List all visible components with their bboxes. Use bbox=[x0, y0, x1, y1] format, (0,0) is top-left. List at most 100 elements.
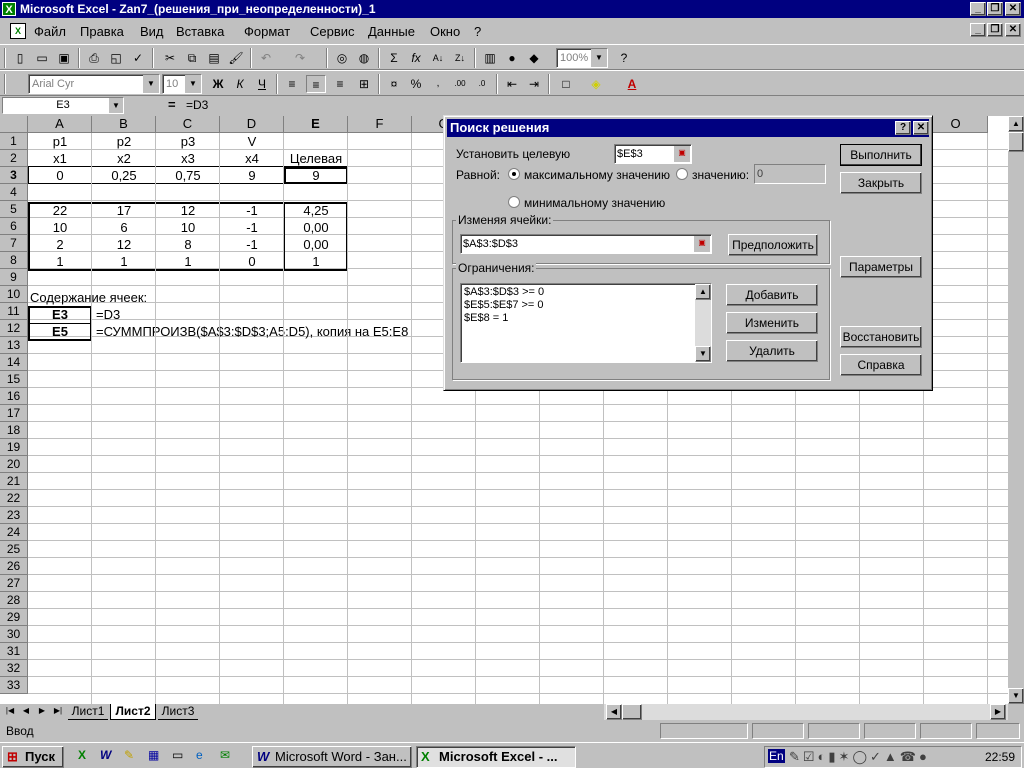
web-toolbar-icon[interactable]: ◍ bbox=[354, 49, 374, 67]
cell-d7[interactable]: -1 bbox=[220, 236, 284, 253]
cell-a2[interactable]: x1 bbox=[28, 150, 92, 167]
solve-button[interactable]: Выполнить bbox=[840, 144, 922, 166]
vertical-scrollbar[interactable]: ▲ ▼ bbox=[1008, 116, 1024, 704]
changing-input[interactable]: $A$3:$D$3 ▣ bbox=[460, 234, 712, 254]
autosum-icon[interactable]: Σ bbox=[384, 49, 404, 67]
task-excel[interactable]: X Microsoft Excel - ... bbox=[416, 746, 576, 768]
copy-icon[interactable]: ⧉ bbox=[182, 49, 202, 67]
cell-a7[interactable]: 2 bbox=[28, 236, 92, 253]
horizontal-scrollbar[interactable]: ◀ ▶ bbox=[604, 704, 1008, 720]
cell-b12[interactable]: =СУММПРОИЗВ($A$3:$D$3;A5:D5), копия на E… bbox=[96, 323, 408, 340]
menu-window[interactable]: Окно bbox=[430, 24, 460, 39]
formula-input[interactable]: =D3 bbox=[186, 98, 208, 112]
cell-c6[interactable]: 10 bbox=[156, 219, 220, 236]
row-header-10[interactable]: 10 bbox=[0, 286, 28, 303]
tab-list1[interactable]: Лист1 bbox=[68, 704, 108, 720]
align-right-icon[interactable]: ≡ bbox=[330, 75, 350, 93]
row-header-2[interactable]: 2 bbox=[0, 150, 28, 167]
cell-a3[interactable]: 0 bbox=[28, 167, 92, 184]
pen-quicklaunch-icon[interactable]: ✎ bbox=[124, 748, 134, 762]
cell-b5[interactable]: 17 bbox=[92, 202, 156, 219]
constraints-list[interactable]: $A$3:$D$3 >= 0 $E$5:$E$7 >= 0 $E$8 = 1 ▲… bbox=[460, 283, 712, 363]
row-header-33[interactable]: 33 bbox=[0, 677, 28, 694]
menu-file[interactable]: Файл bbox=[34, 24, 66, 39]
tray-icons[interactable]: ✎☑◐▮✶◯✓▲☎● bbox=[789, 749, 930, 765]
delete-button[interactable]: Удалить bbox=[726, 340, 818, 362]
radio-min[interactable] bbox=[508, 196, 520, 208]
cell-e5[interactable]: 4,25 bbox=[284, 202, 348, 219]
row-header-25[interactable]: 25 bbox=[0, 541, 28, 558]
doc-close-button[interactable]: ✕ bbox=[1005, 23, 1021, 37]
cell-e3[interactable]: 9 bbox=[284, 167, 348, 184]
row-header-12[interactable]: 12 bbox=[0, 320, 28, 337]
row-header-29[interactable]: 29 bbox=[0, 609, 28, 626]
drawing-icon[interactable]: ◆ bbox=[524, 49, 544, 67]
row-header-8[interactable]: 8 bbox=[0, 252, 28, 269]
cell-d3[interactable]: 9 bbox=[220, 167, 284, 184]
row-header-22[interactable]: 22 bbox=[0, 490, 28, 507]
col-header-f[interactable]: F bbox=[348, 116, 412, 133]
cell-d2[interactable]: x4 bbox=[220, 150, 284, 167]
scroll-up-icon[interactable]: ▲ bbox=[695, 284, 711, 300]
close-button[interactable]: ✕ bbox=[1005, 2, 1021, 16]
menu-view[interactable]: Вид bbox=[140, 24, 164, 39]
currency-icon[interactable]: ¤ bbox=[384, 75, 404, 93]
dialog-help-icon[interactable]: ? bbox=[895, 121, 911, 135]
menu-format[interactable]: Формат bbox=[244, 24, 290, 39]
cell-d5[interactable]: -1 bbox=[220, 202, 284, 219]
prev-sheet-icon[interactable]: ◀ bbox=[18, 704, 34, 720]
target-input[interactable]: $E$3 ▣ bbox=[614, 144, 692, 164]
minimize-button[interactable]: _ bbox=[970, 2, 986, 16]
office-assistant-icon[interactable]: ? bbox=[614, 49, 634, 67]
redo-icon[interactable]: ↷ bbox=[290, 49, 310, 67]
row-header-27[interactable]: 27 bbox=[0, 575, 28, 592]
options-button[interactable]: Параметры bbox=[840, 256, 922, 278]
cell-c5[interactable]: 12 bbox=[156, 202, 220, 219]
cell-d6[interactable]: -1 bbox=[220, 219, 284, 236]
scroll-up-icon[interactable]: ▲ bbox=[1008, 116, 1024, 132]
add-button[interactable]: Добавить bbox=[726, 284, 818, 306]
function-icon[interactable]: fx bbox=[406, 49, 426, 67]
scroll-thumb[interactable] bbox=[1008, 132, 1024, 152]
cell-d8[interactable]: 0 bbox=[220, 253, 284, 270]
row-header-18[interactable]: 18 bbox=[0, 422, 28, 439]
cell-a5[interactable]: 22 bbox=[28, 202, 92, 219]
sort-descending-icon[interactable]: Z↓ bbox=[450, 49, 470, 67]
radio-value[interactable] bbox=[676, 168, 688, 180]
print-preview-icon[interactable]: ◱ bbox=[106, 49, 126, 67]
chevron-down-icon[interactable]: ▼ bbox=[591, 49, 607, 67]
paste-icon[interactable]: ▤ bbox=[204, 49, 224, 67]
cell-c8[interactable]: 1 bbox=[156, 253, 220, 270]
radio-value-label[interactable]: значению: bbox=[692, 168, 749, 182]
row-header-31[interactable]: 31 bbox=[0, 643, 28, 660]
col-header-c[interactable]: C bbox=[156, 116, 220, 133]
cell-c1[interactable]: p3 bbox=[156, 133, 220, 150]
cell-b8[interactable]: 1 bbox=[92, 253, 156, 270]
cell-e7[interactable]: 0,00 bbox=[284, 236, 348, 253]
chevron-down-icon[interactable]: ▼ bbox=[185, 75, 201, 93]
row-header-11[interactable]: 11 bbox=[0, 303, 28, 320]
cell-c3[interactable]: 0,75 bbox=[156, 167, 220, 184]
row-header-23[interactable]: 23 bbox=[0, 507, 28, 524]
doc-restore-button[interactable]: ❐ bbox=[987, 23, 1003, 37]
lang-indicator[interactable]: En bbox=[768, 749, 785, 763]
spelling-icon[interactable]: ✓ bbox=[128, 49, 148, 67]
row-header-21[interactable]: 21 bbox=[0, 473, 28, 490]
hscroll-thumb[interactable] bbox=[622, 704, 642, 720]
cell-e8[interactable]: 1 bbox=[284, 253, 348, 270]
last-sheet-icon[interactable]: ▶| bbox=[50, 704, 66, 720]
row-header-9[interactable]: 9 bbox=[0, 269, 28, 286]
excel-app-icon[interactable]: X bbox=[2, 2, 16, 16]
close-dialog-button[interactable]: Закрыть bbox=[840, 172, 922, 194]
cell-a8[interactable]: 1 bbox=[28, 253, 92, 270]
cell-a10[interactable]: Содержание ячеек: bbox=[30, 289, 147, 306]
new-icon[interactable]: ▯ bbox=[10, 49, 30, 67]
decrease-indent-icon[interactable]: ⇤ bbox=[502, 75, 522, 93]
row-header-3[interactable]: 3 bbox=[0, 167, 28, 184]
collapse-dialog-icon[interactable]: ▣ bbox=[694, 236, 710, 252]
cell-c7[interactable]: 8 bbox=[156, 236, 220, 253]
workbook-icon[interactable]: X bbox=[10, 23, 26, 39]
radio-max[interactable] bbox=[508, 168, 520, 180]
tab-list2[interactable]: Лист2 bbox=[110, 704, 156, 720]
collapse-dialog-icon[interactable]: ▣ bbox=[674, 146, 690, 162]
